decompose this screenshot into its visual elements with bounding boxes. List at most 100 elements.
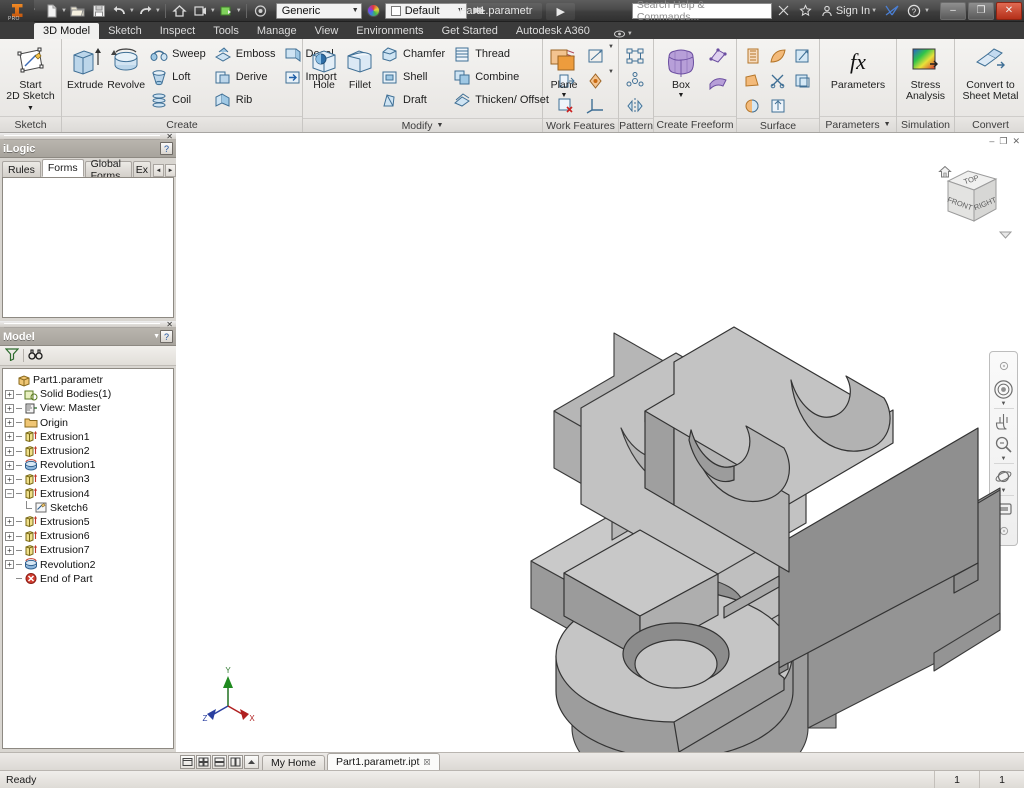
stress-analysis-button[interactable]: Stress Analysis xyxy=(901,42,950,104)
panel-parameters-caret-icon[interactable]: ▼ xyxy=(884,121,891,128)
exchange-apps-icon[interactable] xyxy=(882,1,902,20)
material-browser-icon[interactable] xyxy=(251,1,271,20)
new-file-caret-icon[interactable]: ▼ xyxy=(61,8,67,14)
expander-icon[interactable]: + xyxy=(5,545,14,555)
tab-tools[interactable]: Tools xyxy=(204,23,248,39)
open-file-button[interactable] xyxy=(68,1,88,20)
trim-icon[interactable] xyxy=(766,69,790,93)
tree-node-origin[interactable]: + Origin xyxy=(5,416,171,430)
tree-node-extrusion4[interactable]: – Extrusion4 xyxy=(5,487,171,501)
sweep-button[interactable]: Sweep xyxy=(148,43,210,65)
viewport-close-button[interactable]: ✕ xyxy=(1012,136,1020,147)
ilogic-help-button[interactable]: ? xyxy=(160,142,173,155)
freeform-edit-icon[interactable] xyxy=(706,44,730,68)
material-caret-icon[interactable]: ▼ xyxy=(344,7,359,14)
appearance-caret-icon[interactable]: ▼ xyxy=(449,7,464,14)
home-button[interactable] xyxy=(170,1,190,20)
favorites-star-icon[interactable] xyxy=(796,1,816,20)
tree-node-extrusion7[interactable]: + Extrusion7 xyxy=(5,543,171,557)
extrude-button[interactable]: Extrude xyxy=(66,42,104,93)
tab-view[interactable]: View xyxy=(306,23,348,39)
doc-tab-my-home[interactable]: My Home xyxy=(262,755,325,770)
redo-caret-icon[interactable]: ▼ xyxy=(155,8,161,14)
expander-icon[interactable]: + xyxy=(5,517,14,527)
help-button[interactable]: ? xyxy=(904,1,924,20)
convert-sheet-metal-button[interactable]: Convert to Sheet Metal xyxy=(959,42,1022,104)
tile-view-icon[interactable] xyxy=(196,755,211,769)
doc-tab-part1[interactable]: Part1.parametr.ipt ☒ xyxy=(326,753,440,770)
appearance-select[interactable]: Default ▼ xyxy=(384,2,467,19)
model-tree[interactable]: Part1.parametr + Solid Bodies(1) + View:… xyxy=(2,368,174,749)
ilogic-tab-external[interactable]: Ex xyxy=(132,161,151,177)
combine-button[interactable]: Combine xyxy=(451,66,553,88)
tree-node-extrusion3[interactable]: + Extrusion3 xyxy=(5,472,171,486)
rectangular-pattern-icon[interactable] xyxy=(623,44,647,68)
ilogic-tab-global-forms[interactable]: Global Forms xyxy=(84,158,132,182)
ilogic-tab-forms[interactable]: Forms xyxy=(41,159,84,177)
save-file-button[interactable] xyxy=(89,1,109,20)
tree-node-view-master[interactable]: + View: Master xyxy=(5,401,171,415)
return-caret-icon[interactable]: ▼ xyxy=(210,8,216,14)
shell-button[interactable]: Shell xyxy=(379,66,449,88)
plane-button[interactable]: Plane ▼ xyxy=(547,42,581,103)
viewcube-menu-icon[interactable] xyxy=(998,230,1013,243)
sculpt-icon[interactable] xyxy=(766,44,790,68)
expander-icon[interactable]: – xyxy=(5,489,14,499)
ruled-surface-icon[interactable] xyxy=(766,94,790,118)
tree-node-solid-bodies[interactable]: + Solid Bodies(1) xyxy=(5,387,171,401)
tab-inspect[interactable]: Inspect xyxy=(151,23,204,39)
ilogic-forms-canvas[interactable] xyxy=(2,177,174,318)
expander-icon[interactable]: + xyxy=(5,403,14,413)
parameters-button[interactable]: fx Parameters xyxy=(824,42,892,93)
search-input[interactable]: Search Help & Commands... xyxy=(631,0,772,23)
tab-3d-model[interactable]: 3D Model xyxy=(34,23,100,39)
tab-get-started[interactable]: Get Started xyxy=(433,23,507,39)
model-title-caret-icon[interactable]: ▼ xyxy=(153,333,160,340)
tab-autodesk-a360[interactable]: Autodesk A360 xyxy=(507,23,599,39)
appearance-swatch-icon[interactable] xyxy=(366,4,380,17)
document-title-caret-icon[interactable]: ▶ xyxy=(546,2,575,20)
replace-face-icon[interactable] xyxy=(791,69,815,93)
start-2d-sketch-button[interactable]: Start 2D Sketch ▼ xyxy=(4,42,57,116)
expander-icon[interactable]: + xyxy=(5,460,14,470)
expander-icon[interactable]: + xyxy=(5,560,14,570)
tree-node-extrusion5[interactable]: + Extrusion5 xyxy=(5,515,171,529)
update-button[interactable] xyxy=(217,1,237,20)
sign-in-button[interactable]: Sign In ▼ xyxy=(818,5,880,17)
viewport-minimize-button[interactable]: – xyxy=(989,136,994,147)
expander-icon[interactable]: + xyxy=(5,531,14,541)
tree-node-revolution2[interactable]: + Revolution2 xyxy=(5,557,171,571)
tree-node-end-of-part[interactable]: End of Part xyxy=(5,572,171,586)
ucs-icon[interactable] xyxy=(583,94,607,118)
work-point-caret-icon[interactable]: ▼ xyxy=(608,69,618,93)
expander-icon[interactable]: + xyxy=(5,446,14,456)
ribbon-display-options[interactable]: ▼ xyxy=(613,29,633,39)
boundary-patch-icon[interactable] xyxy=(741,94,765,118)
derive-button[interactable]: Derive xyxy=(212,66,280,88)
tree-node-extrusion6[interactable]: + Extrusion6 xyxy=(5,529,171,543)
3d-viewport[interactable]: – ❐ ✕ TOP FRONT RIGHT ▼ ▼ ▼ Y Z X xyxy=(176,133,1024,752)
expander-icon[interactable]: + xyxy=(5,432,14,442)
fillet-button[interactable]: Fillet xyxy=(343,42,377,93)
undo-button[interactable] xyxy=(110,1,130,20)
circular-pattern-icon[interactable] xyxy=(623,69,647,93)
emboss-button[interactable]: Emboss xyxy=(212,43,280,65)
plane-caret-icon[interactable]: ▼ xyxy=(561,90,568,101)
tree-node-sketch6[interactable]: Sketch6 xyxy=(5,500,171,515)
minimize-button[interactable]: – xyxy=(940,1,966,20)
tree-node-extrusion2[interactable]: + Extrusion2 xyxy=(5,444,171,458)
ilogic-tab-next-icon[interactable]: ► xyxy=(165,164,176,177)
close-button[interactable]: ✕ xyxy=(996,1,1022,20)
sign-in-caret-icon[interactable]: ▼ xyxy=(871,8,877,14)
help-search-icon[interactable] xyxy=(774,1,794,20)
thicken-offset-button[interactable]: Thicken/ Offset xyxy=(451,89,553,111)
model-pane-grip[interactable]: ✕ xyxy=(0,320,176,328)
help-caret-icon[interactable]: ▼ xyxy=(924,8,930,14)
work-axis-caret-icon[interactable]: ▼ xyxy=(608,44,618,68)
new-file-button[interactable] xyxy=(42,1,62,20)
freeform-box-caret-icon[interactable]: ▼ xyxy=(678,90,685,101)
ilogic-tab-prev-icon[interactable]: ◄ xyxy=(153,164,164,177)
expander-icon[interactable]: + xyxy=(5,389,14,399)
material-select[interactable]: Generic ▼ xyxy=(275,2,362,19)
return-button[interactable] xyxy=(191,1,211,20)
